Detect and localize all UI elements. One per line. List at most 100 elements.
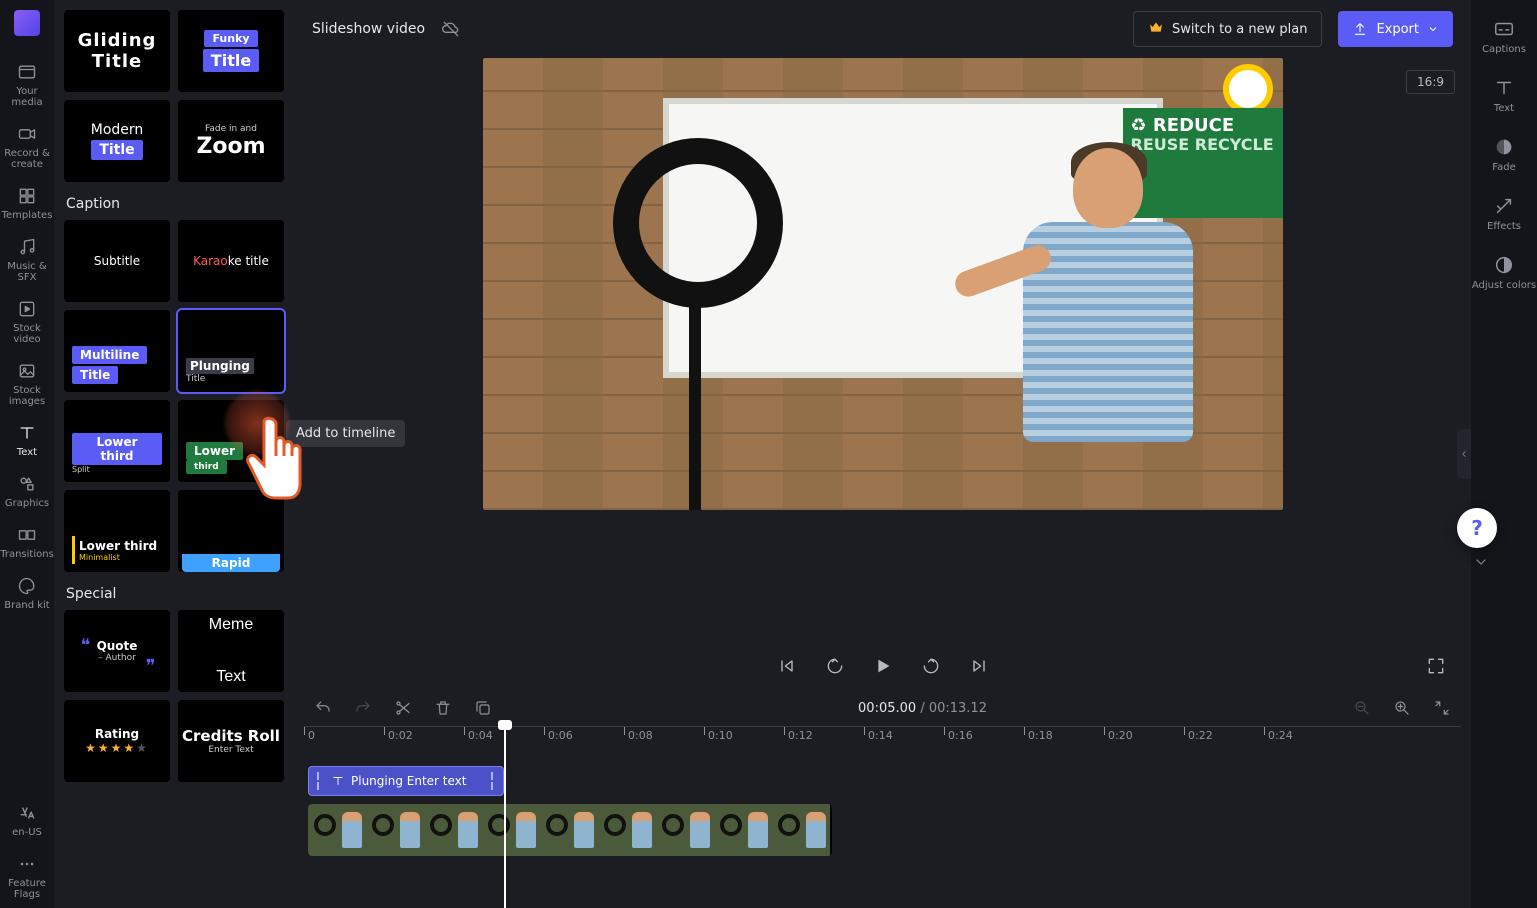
clip-label: Plunging Enter text bbox=[351, 774, 466, 788]
tile-line: Title bbox=[203, 49, 259, 72]
tile-funky-title[interactable]: Funky Title bbox=[178, 10, 284, 92]
rrail-text[interactable]: Text bbox=[1493, 71, 1515, 120]
video-preview[interactable]: ♻ REDUCEREUSE RECYCLE bbox=[483, 58, 1283, 510]
clip-handle-right[interactable] bbox=[491, 767, 499, 795]
tile-lower-third-minimalist[interactable]: Lower third Minimalist bbox=[64, 490, 170, 572]
transitions-icon bbox=[17, 525, 37, 545]
left-nav-rail: Your media Record & create Templates Mus… bbox=[0, 0, 54, 908]
playhead[interactable] bbox=[504, 726, 506, 908]
rail-templates[interactable]: Templates bbox=[0, 178, 54, 229]
rail-feature-flags[interactable]: Feature Flags bbox=[0, 846, 54, 908]
rrail-adjust-colors[interactable]: Adjust colors bbox=[1472, 248, 1536, 297]
rail-brand-kit[interactable]: Brand kit bbox=[0, 568, 54, 619]
preview-area: 16:9 ♻ REDUCEREUSE RECYCLE bbox=[294, 58, 1471, 642]
rrail-captions[interactable]: Captions bbox=[1482, 12, 1526, 61]
timeline-tracks[interactable]: Plunging Enter text bbox=[304, 758, 1461, 908]
clip-handle-left[interactable] bbox=[317, 767, 325, 795]
tile-lower-third-green[interactable]: Lower third bbox=[178, 400, 284, 482]
music-icon bbox=[17, 237, 37, 257]
rail-label: Music & SFX bbox=[2, 261, 52, 283]
tile-big: Zoom bbox=[196, 134, 265, 159]
shapes-icon bbox=[17, 474, 37, 494]
rail-language[interactable]: en-US bbox=[0, 795, 54, 846]
play-button[interactable] bbox=[872, 655, 894, 677]
cloud-sync-off-icon[interactable] bbox=[441, 19, 461, 39]
chevron-down-icon bbox=[1427, 23, 1439, 35]
collapse-right-panel[interactable] bbox=[1457, 429, 1471, 479]
fit-timeline-button[interactable] bbox=[1431, 697, 1453, 719]
fullscreen-button[interactable] bbox=[1425, 655, 1447, 677]
tile-small: Fade in and bbox=[205, 124, 257, 134]
rail-stock-images[interactable]: Stock images bbox=[0, 353, 54, 415]
image-icon bbox=[17, 361, 37, 381]
switch-plan-button[interactable]: Switch to a new plan bbox=[1133, 11, 1322, 47]
tile-fade-zoom[interactable]: Fade in and Zoom bbox=[178, 100, 284, 182]
player-controls bbox=[294, 642, 1471, 690]
rrail-fade[interactable]: Fade bbox=[1492, 130, 1515, 179]
tile-multiline-title[interactable]: Multiline Title bbox=[64, 310, 170, 392]
tile-rich: Karaoke title bbox=[193, 254, 269, 268]
rail-text[interactable]: Text bbox=[0, 415, 54, 466]
skip-forward-button[interactable] bbox=[968, 655, 990, 677]
skip-back-button[interactable] bbox=[776, 655, 798, 677]
quote-open-icon: ❝ bbox=[81, 635, 91, 656]
rail-label: Record & create bbox=[2, 148, 52, 170]
tile-tag: Funky bbox=[204, 30, 257, 47]
zoom-in-button[interactable] bbox=[1391, 697, 1413, 719]
tile-meme[interactable]: Meme Text bbox=[178, 610, 284, 692]
media-icon bbox=[17, 62, 37, 82]
help-button[interactable]: ? bbox=[1457, 508, 1497, 548]
crown-icon bbox=[1148, 19, 1164, 39]
tile-lower-third-split[interactable]: Lower third Split bbox=[64, 400, 170, 482]
rail-label: en-US bbox=[12, 827, 42, 838]
rail-label: Stock video bbox=[2, 323, 52, 345]
templates-icon bbox=[17, 186, 37, 206]
tile-karaoke[interactable]: Karaoke title bbox=[178, 220, 284, 302]
app-logo[interactable] bbox=[14, 10, 40, 36]
tile-quote[interactable]: ❝ Quote ❞ – Author bbox=[64, 610, 170, 692]
rail-graphics[interactable]: Graphics bbox=[0, 466, 54, 517]
duplicate-button[interactable] bbox=[472, 697, 494, 719]
split-button[interactable] bbox=[392, 697, 414, 719]
text-templates-panel[interactable]: GlidingTitle Funky Title Modern Title Fa… bbox=[54, 0, 294, 908]
rrail-effects[interactable]: Effects bbox=[1487, 189, 1521, 238]
timeline-toolbar: 00:05.00 / 00:13.12 bbox=[294, 690, 1471, 726]
rail-label: Templates bbox=[2, 210, 53, 221]
rail-label: Text bbox=[17, 447, 37, 458]
tile-plunging-title[interactable]: Plunging Title bbox=[178, 310, 284, 392]
text-clip[interactable]: Plunging Enter text bbox=[308, 766, 504, 796]
export-button[interactable]: Export bbox=[1338, 11, 1453, 47]
editor-main: Slideshow video Switch to a new plan Exp… bbox=[294, 0, 1471, 908]
time-current: 00:05.00 bbox=[858, 701, 916, 716]
zoom-out-button[interactable] bbox=[1351, 697, 1373, 719]
step-back-button[interactable] bbox=[824, 655, 846, 677]
more-icon bbox=[17, 854, 37, 874]
undo-button[interactable] bbox=[312, 697, 334, 719]
video-clip[interactable] bbox=[308, 804, 832, 856]
timeline-ruler[interactable]: 00:020:040:060:080:100:120:140:160:180:2… bbox=[304, 726, 1461, 752]
tile-subtitle[interactable]: Subtitle bbox=[64, 220, 170, 302]
rail-music-sfx[interactable]: Music & SFX bbox=[0, 229, 54, 291]
tile-gliding-title[interactable]: GlidingTitle bbox=[64, 10, 170, 92]
rail-record-create[interactable]: Record & create bbox=[0, 116, 54, 178]
redo-button[interactable] bbox=[352, 697, 374, 719]
rail-transitions[interactable]: Transitions bbox=[0, 517, 54, 568]
palette-icon bbox=[17, 576, 37, 596]
upload-icon bbox=[1352, 21, 1368, 37]
rail-your-media[interactable]: Your media bbox=[0, 54, 54, 116]
aspect-ratio-badge[interactable]: 16:9 bbox=[1406, 70, 1455, 94]
step-forward-button[interactable] bbox=[920, 655, 942, 677]
tile-rating[interactable]: Rating ★★★★★ bbox=[64, 700, 170, 782]
tooltip-add-to-timeline: Add to timeline bbox=[286, 420, 405, 447]
tile-modern-title[interactable]: Modern Title bbox=[64, 100, 170, 182]
rail-label: Stock images bbox=[2, 385, 52, 407]
tile-rapid[interactable]: Rapid bbox=[178, 490, 284, 572]
rail-label: Transitions bbox=[0, 549, 54, 560]
rail-label: Graphics bbox=[5, 498, 49, 509]
tile-credits-roll[interactable]: Credits Roll Enter Text bbox=[178, 700, 284, 782]
delete-button[interactable] bbox=[432, 697, 454, 719]
camera-icon bbox=[17, 124, 37, 144]
rail-stock-video[interactable]: Stock video bbox=[0, 291, 54, 353]
project-name[interactable]: Slideshow video bbox=[312, 21, 425, 37]
right-properties-rail: Captions Text Fade Effects Adjust colors bbox=[1471, 0, 1537, 908]
